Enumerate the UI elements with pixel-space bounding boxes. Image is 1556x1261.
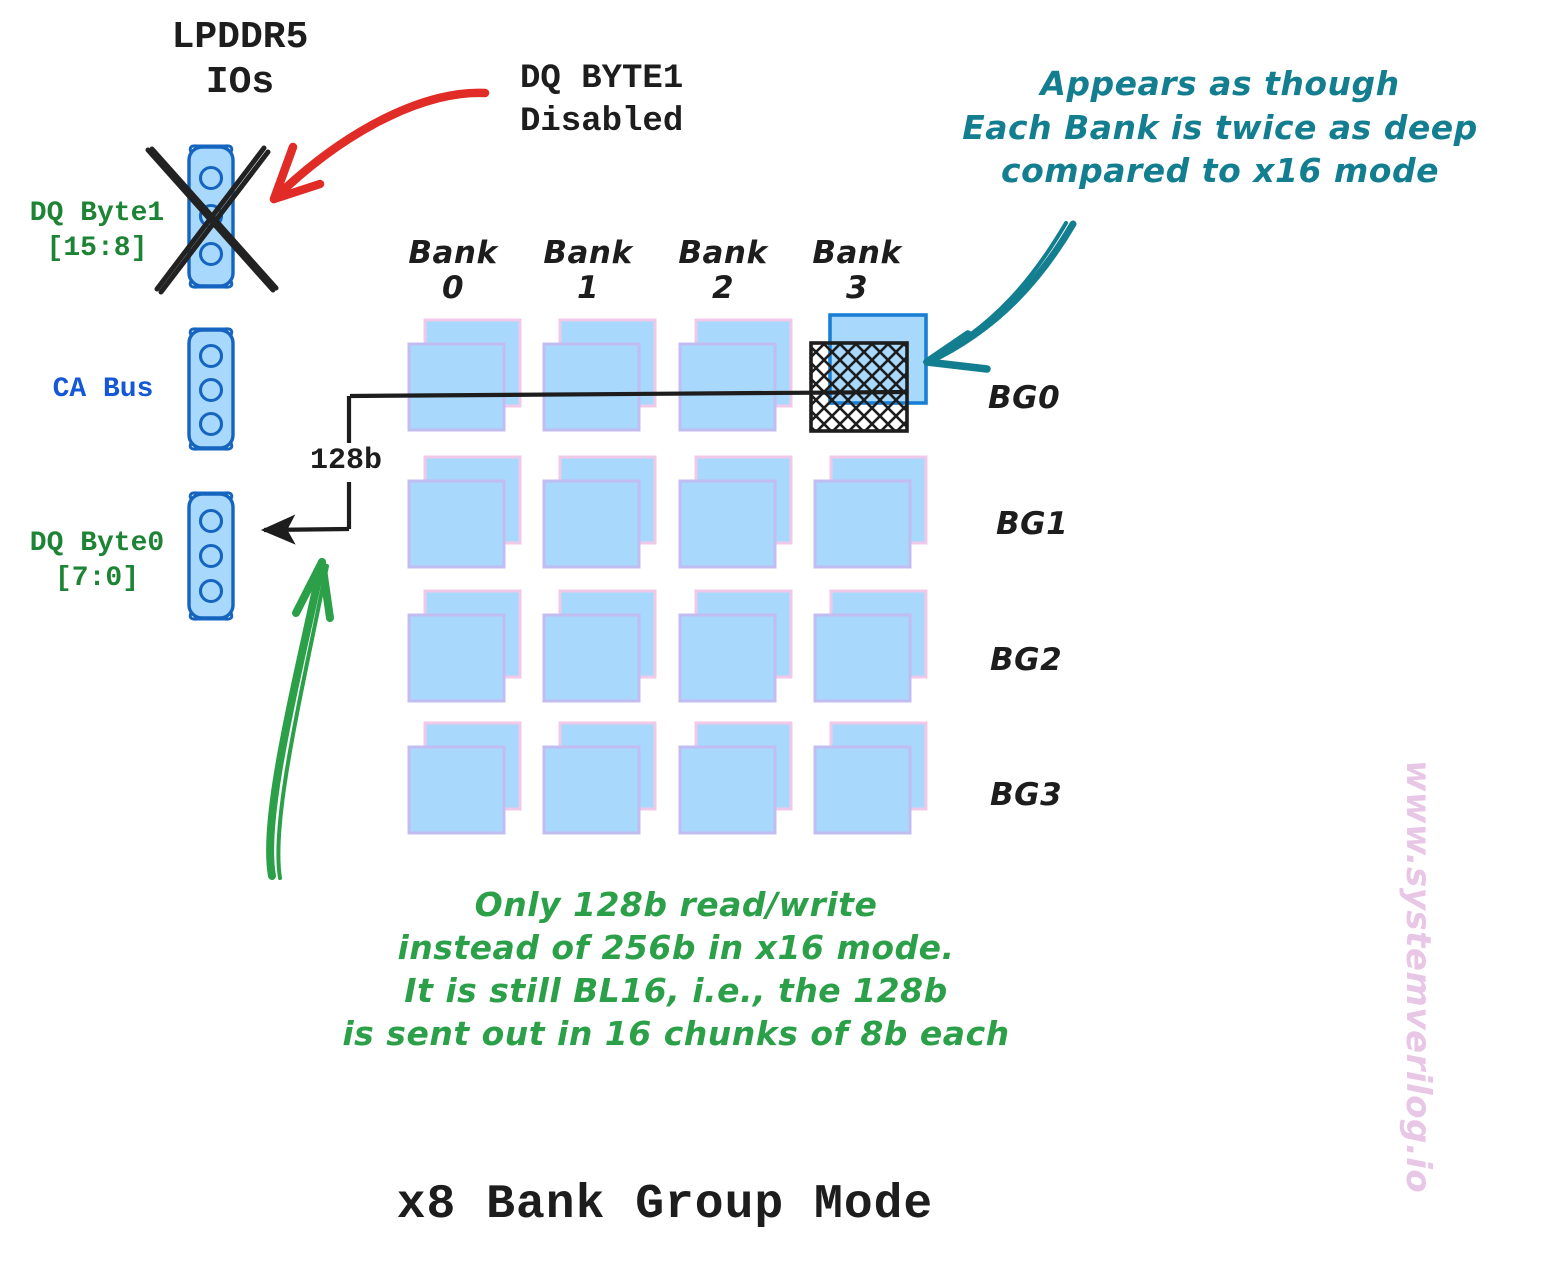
lpddr5-ios-heading: LPDDR5 IOs bbox=[171, 16, 309, 104]
bank-cell-bg0-bank0 bbox=[407, 318, 522, 432]
teal-callout-arrow bbox=[923, 220, 1077, 373]
bank-cell-bg3-bank3 bbox=[813, 721, 928, 835]
dq-byte1-disabled-note: DQ BYTE1 Disabled bbox=[520, 60, 684, 141]
io-pill-ca-bus bbox=[187, 327, 235, 451]
bus-width-label-128b: 128b bbox=[310, 444, 383, 478]
bank-cell-bg3-bank1 bbox=[542, 721, 657, 835]
bank-cell-bg1-bank0 bbox=[407, 455, 522, 569]
bank-cell-bg0-bank2 bbox=[678, 318, 793, 432]
annotation-bank-depth: Appears as though Each Bank is twice as … bbox=[962, 64, 1478, 191]
page-title: x8 Bank Group Mode bbox=[396, 1178, 934, 1232]
bank-cell-bg3-bank2 bbox=[678, 721, 793, 835]
bank-header-3: Bank 3 bbox=[812, 235, 902, 306]
io-label-ca-bus: CA Bus bbox=[52, 374, 154, 405]
green-callout-arrow bbox=[266, 558, 334, 880]
bank-group-label-bg3: BG3 bbox=[990, 777, 1063, 813]
red-callout-arrow bbox=[269, 88, 490, 204]
bank-cell-bg0-bank1 bbox=[542, 318, 657, 432]
annotation-128b-readwrite: Only 128b read/write instead of 256b in … bbox=[342, 885, 1010, 1053]
bank-cell-bg1-bank1 bbox=[542, 455, 657, 569]
diagram-canvas: LPDDR5 IOs DQ BYTE1 Disabled DQ Byte1 [1… bbox=[0, 0, 1556, 1261]
bank-group-label-bg1: BG1 bbox=[996, 506, 1069, 542]
bank-cell-bg3-bank0 bbox=[407, 721, 522, 835]
bank-cell-bg1-bank3 bbox=[813, 455, 928, 569]
io-pill-dq-byte0 bbox=[187, 491, 235, 621]
bank-cell-bg1-bank2 bbox=[678, 455, 793, 569]
bank-cell-bg2-bank2 bbox=[678, 589, 793, 703]
bank-cell-bg2-bank0 bbox=[407, 589, 522, 703]
bank-header-1: Bank 1 bbox=[543, 235, 633, 306]
bank-header-0: Bank 0 bbox=[408, 235, 498, 306]
io-label-dq-byte1: DQ Byte1 [15:8] bbox=[29, 198, 165, 264]
bank-cell-bg2-bank1 bbox=[542, 589, 657, 703]
bank-group-label-bg0: BG0 bbox=[988, 380, 1061, 416]
bank-cell-bg0-bank3-highlighted bbox=[809, 313, 928, 433]
watermark: www.systemverilog.io bbox=[1398, 760, 1438, 1194]
bank-header-2: Bank 2 bbox=[678, 235, 768, 306]
io-label-dq-byte0: DQ Byte0 [7:0] bbox=[29, 528, 165, 594]
bank-cell-bg2-bank3 bbox=[813, 589, 928, 703]
bank-group-label-bg2: BG2 bbox=[990, 642, 1063, 678]
